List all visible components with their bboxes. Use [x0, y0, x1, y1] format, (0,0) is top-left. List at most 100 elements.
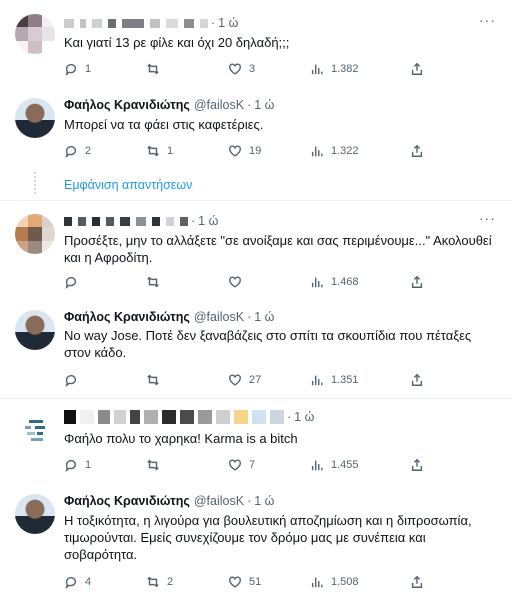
retweet-icon: [147, 459, 159, 471]
like-count: 51: [249, 576, 262, 588]
like-button[interactable]: 19: [228, 144, 310, 158]
reply-count: 1: [85, 459, 92, 471]
censored-username: [64, 410, 284, 424]
reply-icon: [65, 375, 77, 387]
tweet-text: Φαήλο πολυ το χαρηκα! Karma is a bitch: [64, 431, 298, 446]
avatar[interactable]: [15, 494, 55, 534]
timestamp[interactable]: 1 ώ: [198, 214, 218, 228]
censored-username: [64, 216, 188, 226]
tweet[interactable]: Φαήλος Κρανιδιώτης @failosK · 1 ώ Η τοξι…: [0, 484, 512, 598]
divider: [0, 398, 512, 399]
avatar[interactable]: [15, 310, 55, 350]
views-icon: [311, 277, 323, 288]
like-count: 3: [249, 63, 256, 75]
avatar[interactable]: [15, 98, 55, 138]
tweet[interactable]: Φαήλος Κρανιδιώτης @failosK · 1 ώ Μπορεί…: [0, 90, 512, 170]
tweet[interactable]: · 1 ώ ··· Προσέξτε, μην το αλλάξετε "σε …: [0, 206, 512, 296]
tweet-actions: 2 1 19 1.322: [64, 143, 424, 159]
like-button[interactable]: 7: [228, 458, 310, 472]
user-handle[interactable]: @failosK: [194, 98, 244, 112]
retweet-count: 1: [167, 145, 174, 157]
timestamp[interactable]: 1 ώ: [254, 310, 274, 324]
user-handle[interactable]: @failosK: [194, 494, 244, 508]
views-icon: [311, 146, 323, 157]
view-count: 1.468: [331, 276, 359, 288]
share-icon: [411, 458, 423, 471]
tweet[interactable]: · 1 ώ ··· Και γιατί 13 ρε φίλε και όχι 2…: [0, 6, 512, 84]
retweet-icon: [147, 63, 159, 75]
heart-icon: [229, 276, 241, 288]
reply-button[interactable]: [64, 275, 146, 289]
retweet-count: 2: [167, 576, 174, 588]
avatar[interactable]: [15, 214, 55, 254]
display-name[interactable]: Φαήλος Κρανιδιώτης: [64, 310, 190, 324]
share-icon: [411, 144, 423, 157]
avatar[interactable]: [15, 14, 55, 54]
retweet-button[interactable]: [146, 458, 228, 472]
timestamp[interactable]: 1 ώ: [254, 494, 274, 508]
reply-button[interactable]: 1: [64, 62, 146, 76]
share-button[interactable]: [410, 62, 424, 76]
like-button[interactable]: 51: [228, 575, 310, 589]
share-icon: [411, 373, 423, 386]
tweet-actions: 1 3 1.382: [64, 61, 424, 77]
display-name[interactable]: Φαήλος Κρανιδιώτης: [64, 494, 190, 508]
user-handle[interactable]: @failosK: [194, 310, 244, 324]
views-button[interactable]: 1.382: [310, 62, 392, 76]
views-button[interactable]: 1.351: [310, 373, 392, 387]
tweet-actions: 4 2 51 1.508: [64, 574, 424, 590]
reply-button[interactable]: [64, 373, 146, 387]
more-options-icon[interactable]: ···: [479, 210, 496, 226]
censored-username: [64, 18, 208, 28]
retweet-icon: [147, 374, 159, 386]
tweet[interactable]: Φαήλος Κρανιδιώτης @failosK · 1 ώ No way…: [0, 298, 512, 392]
reply-count: 1: [85, 63, 92, 75]
share-button[interactable]: [410, 458, 424, 472]
views-icon: [311, 375, 323, 386]
share-button[interactable]: [410, 144, 424, 158]
share-button[interactable]: [410, 373, 424, 387]
separator-dot: ·: [287, 410, 292, 424]
timestamp[interactable]: 1 ώ: [218, 16, 238, 30]
separator-dot: ·: [211, 16, 216, 30]
retweet-button[interactable]: [146, 275, 228, 289]
reply-icon: [65, 577, 77, 589]
separator-dot: ·: [247, 494, 252, 508]
like-count: 7: [249, 459, 256, 471]
heart-icon: [229, 63, 241, 75]
tweet-text: Η τοξικότητα, η λιγούρα για βουλευτική α…: [64, 513, 472, 562]
separator-dot: ·: [247, 98, 252, 112]
views-button[interactable]: 1.455: [310, 458, 392, 472]
tweet[interactable]: · 1 ώ Φαήλο πολυ το χαρηκα! Karma is a b…: [0, 404, 512, 480]
like-button[interactable]: 3: [228, 62, 310, 76]
share-button[interactable]: [410, 275, 424, 289]
retweet-button[interactable]: 2: [146, 575, 228, 589]
tweet-header: Φαήλος Κρανιδιώτης @failosK · 1 ώ: [64, 492, 472, 510]
avatar[interactable]: [15, 410, 55, 450]
views-button[interactable]: 1.322: [310, 144, 392, 158]
separator-dot: ·: [247, 310, 252, 324]
tweet-actions: 1.468: [64, 274, 424, 290]
tweet-header: Φαήλος Κρανιδιώτης @failosK · 1 ώ: [64, 96, 472, 114]
show-replies-link[interactable]: Εμφάνιση απαντήσεων: [64, 178, 192, 192]
views-button[interactable]: 1.508: [310, 575, 392, 589]
like-button[interactable]: [228, 275, 310, 289]
tweet-header: · 1 ώ: [64, 408, 472, 426]
reply-button[interactable]: 1: [64, 458, 146, 472]
display-name[interactable]: Φαήλος Κρανιδιώτης: [64, 98, 190, 112]
timestamp[interactable]: 1 ώ: [294, 410, 314, 424]
views-button[interactable]: 1.468: [310, 275, 392, 289]
like-button[interactable]: 27: [228, 373, 310, 387]
tweet-header: Φαήλος Κρανιδιώτης @failosK · 1 ώ: [64, 308, 472, 326]
retweet-button[interactable]: [146, 373, 228, 387]
share-button[interactable]: [410, 575, 424, 589]
retweet-button[interactable]: [146, 62, 228, 76]
retweet-icon: [147, 576, 159, 588]
retweet-button[interactable]: 1: [146, 144, 228, 158]
avatar-pattern-icon: [25, 420, 45, 441]
tweet-actions: 27 1.351: [64, 372, 424, 388]
more-options-icon[interactable]: ···: [479, 12, 496, 28]
reply-button[interactable]: 2: [64, 144, 146, 158]
reply-button[interactable]: 4: [64, 575, 146, 589]
timestamp[interactable]: 1 ώ: [254, 98, 274, 112]
